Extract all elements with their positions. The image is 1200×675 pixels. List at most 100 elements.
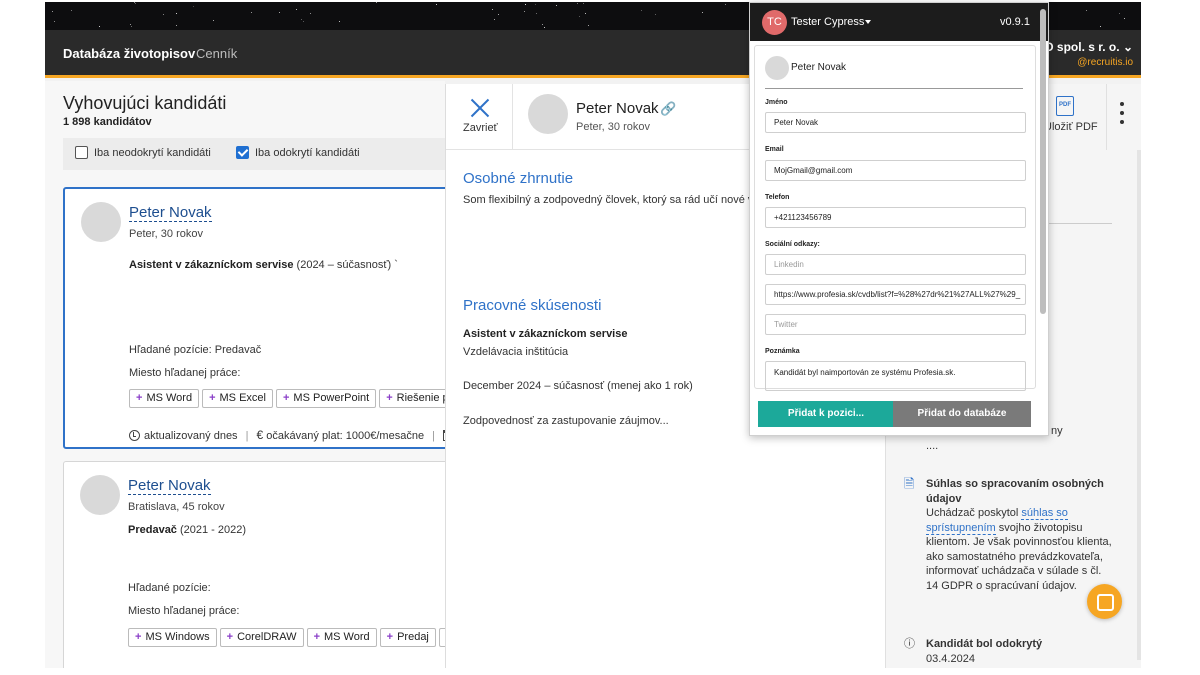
work-duty: Zodpovednosť za zastupovanie záujmov... [463, 415, 669, 427]
email-label: Email [765, 146, 784, 153]
candidate-card[interactable]: Peter Novak Bratislava, 45 rokov Predava… [63, 461, 463, 668]
popup-scrollbar[interactable] [1040, 9, 1046, 314]
work-employer: Vzdelávacia inštitúcia [463, 346, 569, 358]
star-dot [579, 16, 580, 17]
filter-unrevealed-label[interactable]: Iba neodokrytí kandidáti [94, 147, 211, 159]
filter-revealed-label[interactable]: Iba odokrytí kandidáti [255, 147, 360, 159]
star-dot [524, 11, 525, 12]
candidate-card[interactable]: Peter Novak Peter, 30 rokov Asistent v z… [63, 187, 466, 449]
list-title: Vyhovujúci kandidáti [63, 93, 227, 113]
sparkle-icon: + [209, 392, 216, 404]
skill-tag: + MS Excel [202, 389, 273, 408]
candidate-meta: aktualizovaný dnes | € očakávaný plat: 1… [129, 428, 463, 442]
star-dot [131, 26, 132, 27]
candidate-subtitle: Peter, 30 rokov [129, 228, 203, 240]
caret-down-icon[interactable] [865, 20, 871, 24]
star-dot [99, 26, 100, 27]
more-menu-icon[interactable] [1120, 102, 1124, 126]
avatar [765, 56, 789, 80]
candidate-name[interactable]: Peter Novak [129, 204, 212, 222]
star-dot [1124, 18, 1125, 19]
work-title: Pracovné skúsenosti [463, 297, 602, 314]
candidate-list: Vyhovujúci kandidáti 1 898 kandidátov Ib… [45, 81, 466, 668]
avatar [528, 94, 568, 134]
star-dot [296, 9, 297, 10]
import-form: Peter Novak Jméno Peter Novak Email MojG… [754, 45, 1036, 391]
detail-subtitle: Peter, 30 rokov [576, 121, 650, 133]
star-dot [641, 10, 642, 11]
star-dot [498, 14, 499, 15]
company-name: O spol. s r. o. [1044, 40, 1120, 54]
form-divider [765, 88, 1023, 89]
skill-tag: + Predaj [379, 628, 436, 647]
chevron-down-icon: ⌄ [1122, 40, 1133, 54]
summary-title: Osobné zhrnutie [463, 170, 574, 187]
consent-title: Súhlas so spracovaním osobných údajov [926, 478, 1104, 505]
star-dot [585, 13, 586, 14]
scrollbar[interactable] [1137, 150, 1141, 660]
star-dot [525, 4, 526, 5]
form-person-name: Peter Novak [791, 62, 847, 73]
star-dot [436, 4, 437, 5]
phone-field[interactable]: +421123456789 [765, 207, 1026, 228]
star-dot [310, 13, 311, 14]
skill-tag: + MS Windows [128, 628, 217, 647]
note-label: Poznámka [765, 348, 800, 355]
close-icon[interactable] [470, 98, 490, 118]
close-button[interactable]: Zavrieť [463, 122, 498, 134]
name-field[interactable]: Peter Novak [765, 112, 1026, 133]
skill-tag: + MS Word [306, 628, 377, 647]
star-dot [54, 21, 55, 22]
skill-tags: + MS Word + MS Excel + MS PowerPoint + Riešenie… [129, 388, 468, 408]
candidate-subtitle: Bratislava, 45 rokov [128, 501, 225, 513]
filter-revealed-checkbox[interactable] [236, 146, 249, 159]
company-switcher[interactable]: O spol. s r. o. ⌄ @recruitis.io [1044, 40, 1133, 68]
wanted-location: Miesto hľadanej práce: [128, 605, 240, 617]
user-name[interactable]: Tester Cypress [791, 16, 864, 28]
star-dot [301, 19, 302, 20]
user-avatar: TC [762, 10, 787, 35]
updated-label: aktualizovaný dnes [144, 430, 238, 442]
sparkle-icon: + [282, 392, 290, 404]
email-field[interactable]: MojGmail@gmail.com [765, 160, 1026, 181]
phone-label: Telefon [765, 194, 790, 201]
star-dot [494, 19, 495, 20]
star-dot [163, 14, 164, 15]
star-dot [655, 14, 656, 15]
revealed-block: Kandidát bol odokrytý 03.4.2024 [926, 637, 1042, 666]
wanted-value: Predavač [214, 344, 262, 356]
sparkle-icon: + [386, 631, 394, 643]
filter-unrevealed-checkbox[interactable] [75, 146, 88, 159]
candidate-name[interactable]: Peter Novak [128, 477, 211, 495]
nav-pricing[interactable]: Cenník [196, 46, 237, 61]
revealed-title: Kandidát bol odokrytý [926, 638, 1043, 650]
link-icon[interactable]: 🔗 [660, 101, 676, 117]
document-icon: 🗎 [904, 476, 915, 491]
twitter-field[interactable]: Twitter [765, 314, 1026, 335]
star-dot [376, 2, 377, 3]
star-dot [1100, 26, 1101, 27]
star-dot [588, 25, 589, 26]
star-dot [492, 9, 493, 10]
avatar [81, 202, 121, 242]
wanted-location: Miesto hľadanej práce: [129, 367, 241, 379]
euro-icon: € [256, 428, 264, 442]
add-to-database-button[interactable]: Přidat do databáze [893, 401, 1031, 427]
clock-icon [129, 430, 140, 441]
wanted-label: Hľadané pozície: [129, 344, 215, 356]
star-dot [542, 24, 543, 25]
avatar [80, 475, 120, 515]
company-email: @recruitis.io [1077, 57, 1133, 68]
nav-cv-database[interactable]: Databáza životopisov [63, 46, 195, 61]
add-to-position-button[interactable]: Přidat k pozici... [758, 401, 894, 427]
note-textarea[interactable]: Kandidát byl naimportován ze systému Pro… [765, 361, 1026, 391]
toolbar-divider [1106, 84, 1107, 150]
profesia-link-field[interactable]: https://www.profesia.sk/cvdb/list?f=%28%… [765, 284, 1026, 305]
skill-tag: + CorelDRAW [219, 628, 304, 647]
work-job-title: Asistent v zákazníckom servise [463, 328, 628, 340]
salary-label: očakávaný plat: 1000€/mesačne [266, 430, 425, 442]
chat-icon[interactable] [1087, 584, 1122, 619]
star-dot [135, 3, 136, 4]
linkedin-field[interactable]: Linkedin [765, 254, 1026, 275]
truncated-dots: .... [926, 440, 939, 452]
